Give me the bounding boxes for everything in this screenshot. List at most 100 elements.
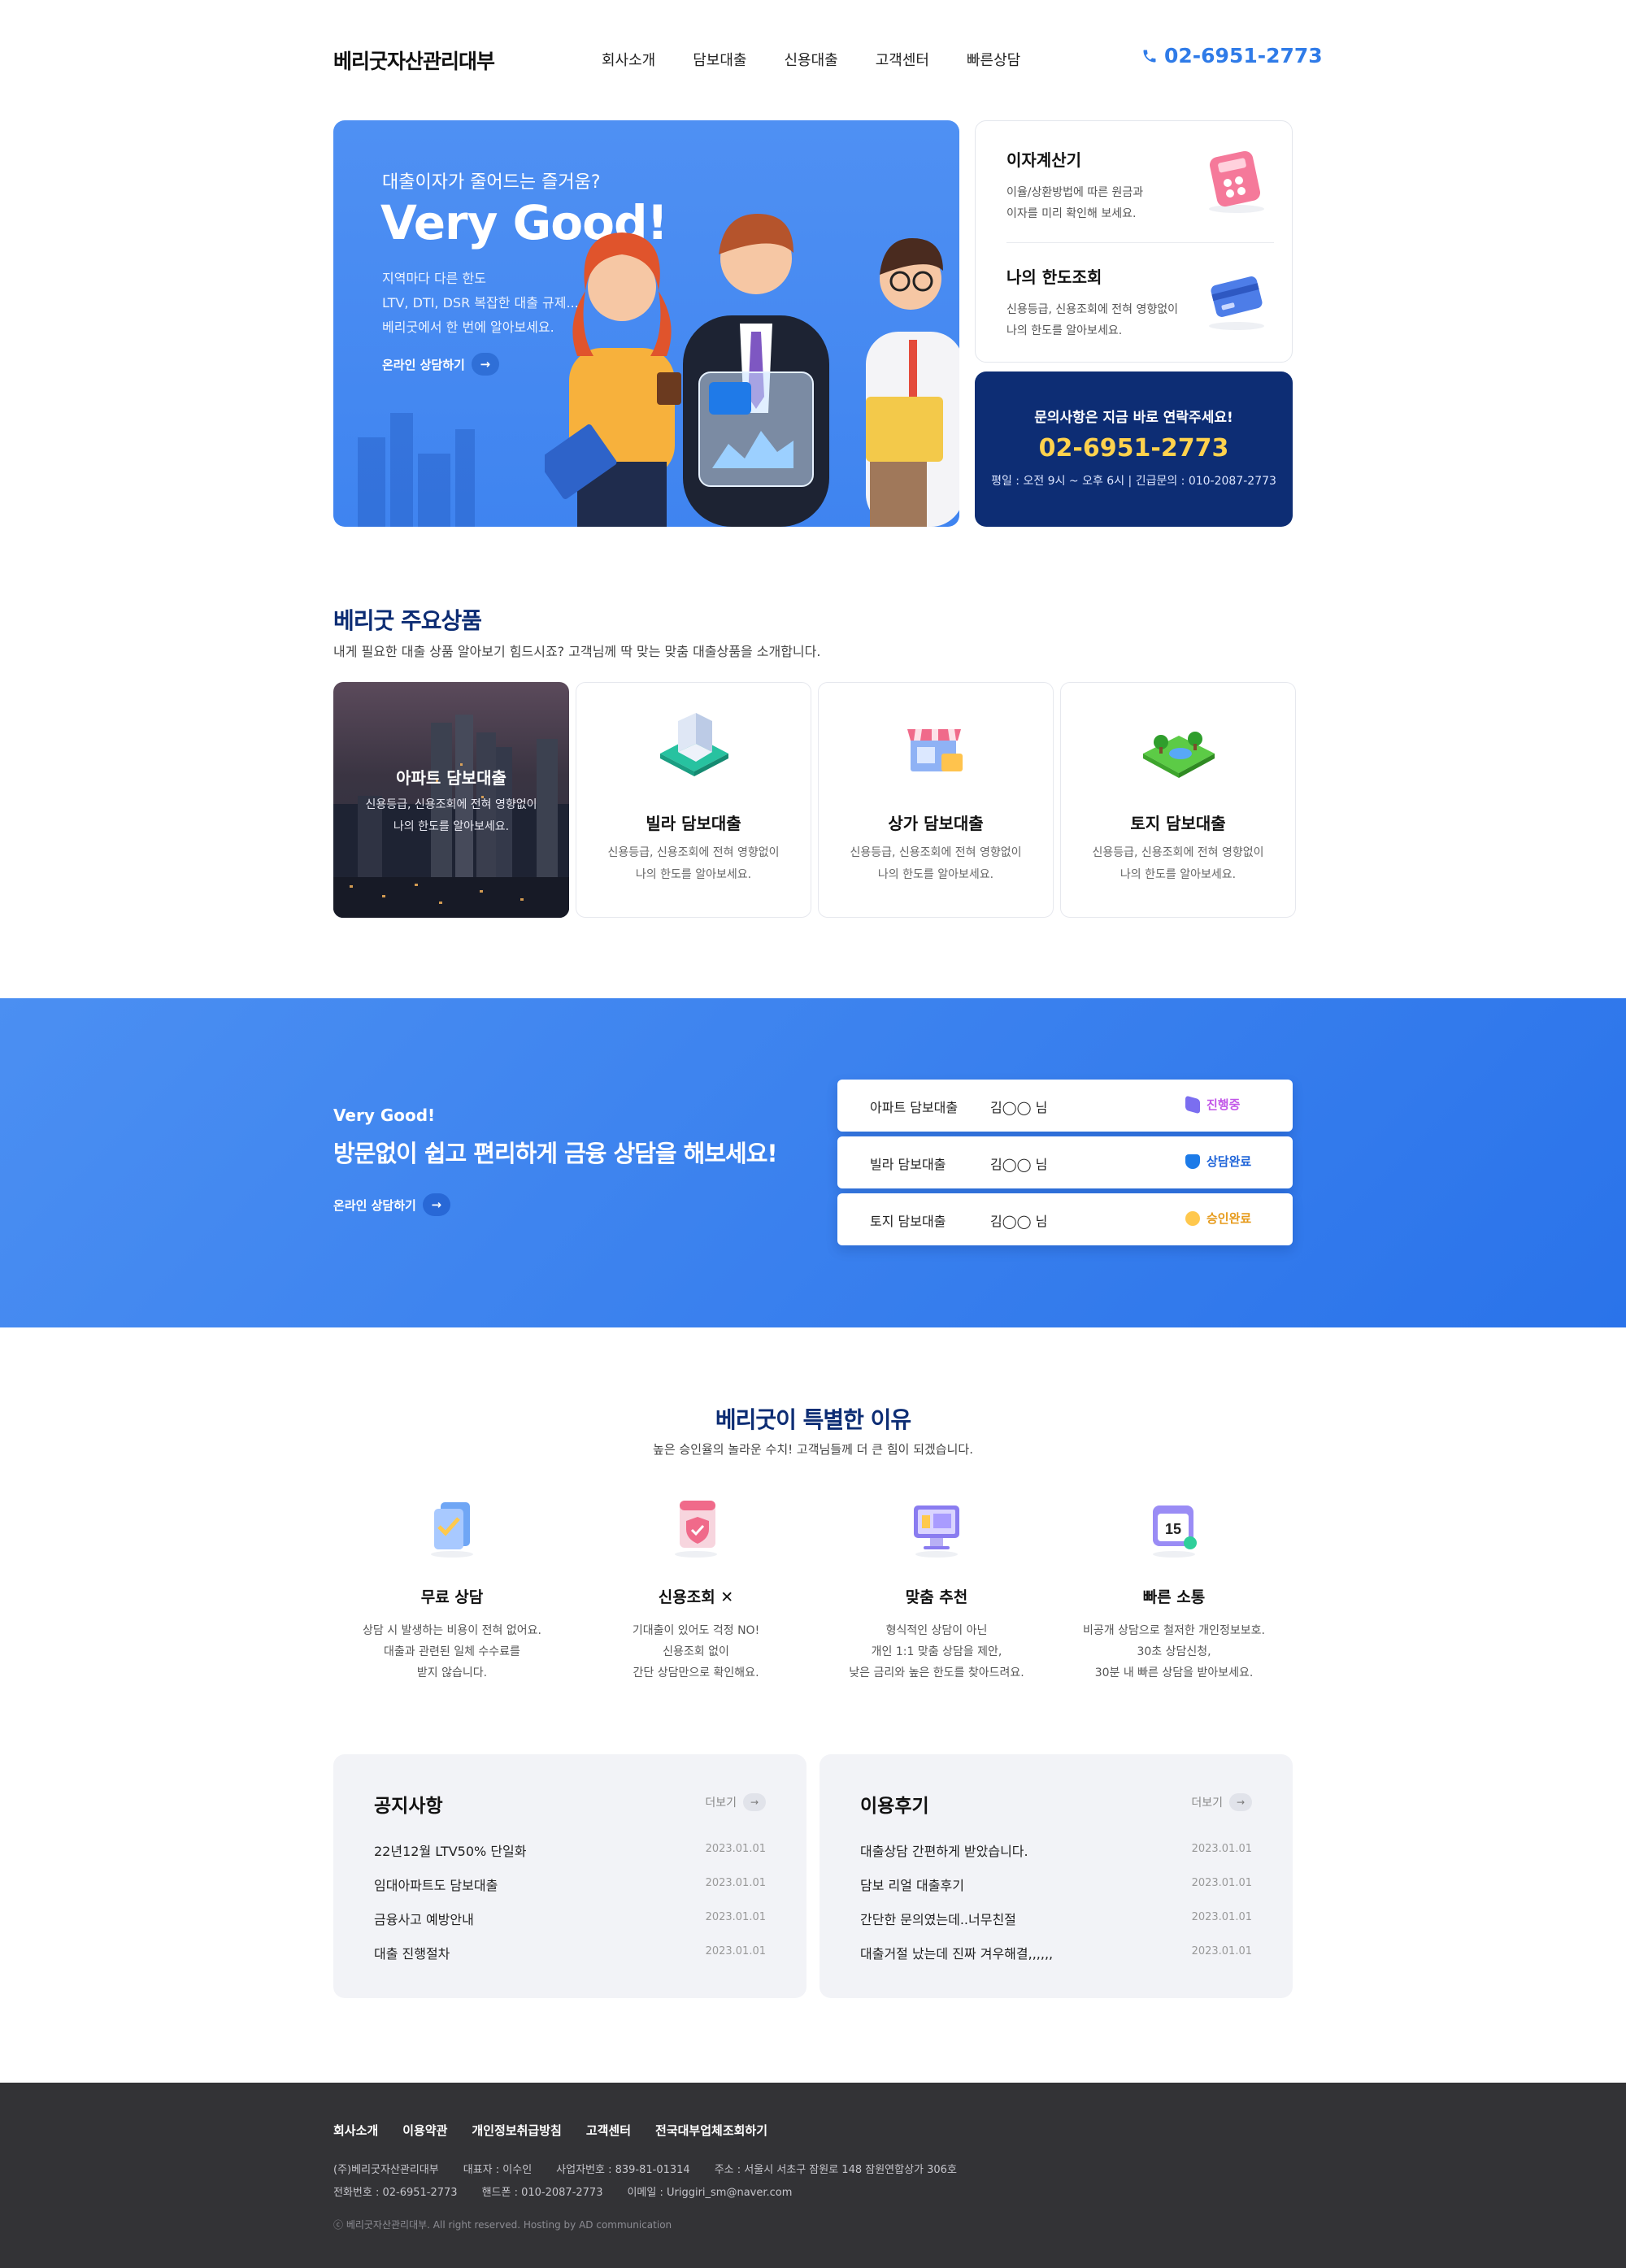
footer-company-name: (주)베리굿자산관리대부 (333, 2164, 439, 2176)
status-label: 진행중 (1206, 1097, 1241, 1112)
footer-link-lender-lookup[interactable]: 전국대부업체조회하기 (655, 2122, 767, 2139)
status-product: 아파트 담보대출 (870, 1100, 959, 1115)
footer-company-info: (주)베리굿자산관리대부 대표자 : 이수인 사업자번호 : 839-81-01… (333, 2161, 957, 2176)
status-badge: 상담완료 (1185, 1153, 1251, 1170)
list-item[interactable]: 대출상담 간편하게 받았습니다. 2023.01.01 (860, 1840, 1252, 1875)
nav-item-credit-loan[interactable]: 신용대출 (785, 49, 838, 70)
banner-consult-button[interactable]: 온라인 상담하기 → (333, 1193, 450, 1216)
notice-item-date: 2023.01.01 (705, 1911, 766, 1923)
calendar-icon: 15 (1153, 1505, 1197, 1558)
reason-fast-communication: 15 빠른 소통 비공개 상담으로 철저한 개인정보보호. 30초 상담신청, … (1052, 1496, 1296, 1684)
more-label: 더보기 (705, 1797, 737, 1810)
reason-title: 맞춤 추천 (905, 1588, 968, 1606)
footer-phone: 전화번호 : 02-6951-2773 (333, 2187, 458, 2199)
products-subtitle: 내게 필요한 대출 상품 알아보기 힘드시죠? 고객님께 딱 맞는 맞춤 대출상… (333, 644, 821, 659)
why-title: 베리굿이 특별한 이유 (715, 1406, 911, 1433)
site-logo[interactable]: 베리굿자산관리대부 (333, 46, 495, 75)
divider (1006, 242, 1274, 243)
nav-item-secured-loan[interactable]: 담보대출 (693, 49, 746, 70)
notice-more-button[interactable]: 더보기 → (705, 1793, 766, 1811)
list-item[interactable]: 금융사고 예방안내 2023.01.01 (374, 1909, 766, 1943)
notice-item-date: 2023.01.01 (705, 1945, 766, 1957)
contact-phone[interactable]: 02-6951-2773 (975, 434, 1293, 463)
review-item-title: 대출상담 간편하게 받았습니다. (860, 1844, 1028, 1859)
reason-free-consult: 무료 상담 상담 시 발생하는 비용이 전혀 없어요. 대출과 관련된 일체 수… (330, 1496, 574, 1684)
status-customer: 김◯◯ 님 (990, 1157, 1048, 1172)
hero-subtitle: 대출이자가 줄어드는 즐거움? (382, 172, 601, 193)
product-card-land[interactable]: 토지 담보대출 신용등급, 신용조회에 전혀 영향없이 나의 한도를 알아보세요… (1060, 682, 1296, 918)
product-card-villa[interactable]: 빌라 담보대출 신용등급, 신용조회에 전혀 영향없이 나의 한도를 알아보세요… (576, 682, 811, 918)
building-silhouette (455, 429, 475, 527)
villa-building-icon (660, 713, 728, 776)
product-card-store[interactable]: 상가 담보대출 신용등급, 신용조회에 전혀 영향없이 나의 한도를 알아보세요… (818, 682, 1054, 918)
product-name: 상가 담보대출 (888, 814, 984, 833)
nav-item-quick-consult[interactable]: 빠른상담 (967, 49, 1020, 70)
list-item[interactable]: 대출거절 났는데 진짜 겨우해결,,,,,, 2023.01.01 (860, 1943, 1252, 1977)
status-customer: 김◯◯ 님 (990, 1214, 1048, 1229)
why-subtitle: 높은 승인율의 놀라운 수치! 고객님들께 더 큰 힘이 되겠습니다. (653, 1442, 973, 1457)
notice-item-title: 22년12월 LTV50% 단일화 (374, 1844, 527, 1859)
building-silhouette (358, 437, 385, 527)
header-phone-number: 02-6951-2773 (1164, 44, 1323, 67)
footer-link-privacy[interactable]: 개인정보취급방침 (472, 2122, 561, 2139)
product-desc: 신용등급, 신용조회에 전혀 영향없이 나의 한도를 알아보세요. (1092, 846, 1264, 881)
coin-icon (1185, 1210, 1200, 1226)
banner-title: 방문없이 쉽고 편리하게 금융 상담을 해보세요! (333, 1140, 778, 1167)
review-board: 이용후기 더보기 → 대출상담 간편하게 받았습니다. 2023.01.01 담보… (820, 1754, 1293, 1998)
banner-consult-label: 온라인 상담하기 (333, 1197, 416, 1213)
contact-title: 문의사항은 지금 바로 연락주세요! (1034, 410, 1233, 426)
review-more-button[interactable]: 더보기 → (1191, 1793, 1252, 1811)
list-item[interactable]: 임대아파트도 담보대출 2023.01.01 (374, 1875, 766, 1909)
nav-item-support[interactable]: 고객센터 (876, 49, 929, 70)
list-item[interactable]: 담보 리얼 대출후기 2023.01.01 (860, 1875, 1252, 1909)
status-label: 승인완료 (1206, 1211, 1252, 1226)
notice-item-date: 2023.01.01 (705, 1843, 766, 1855)
contact-card: 문의사항은 지금 바로 연락주세요! 02-6951-2773 평일 : 오전 … (975, 371, 1293, 527)
status-label: 상담완료 (1206, 1154, 1252, 1169)
product-name: 토지 담보대출 (1130, 814, 1226, 833)
calendar-day: 15 (1165, 1521, 1181, 1537)
header-phone[interactable]: 02-6951-2773 (1141, 44, 1323, 67)
footer-link-terms[interactable]: 이용약관 (402, 2122, 447, 2139)
reason-desc: 기대출이 있어도 걱정 NO! 신용조회 없이 간단 상담만으로 확인해요. (632, 1624, 760, 1679)
list-item[interactable]: 간단한 문의였는데..너무친절 2023.01.01 (860, 1909, 1252, 1943)
status-badge: 진행중 (1185, 1095, 1241, 1114)
monitor-icon (914, 1505, 959, 1558)
footer-link-support[interactable]: 고객센터 (586, 2122, 631, 2139)
credit-card-icon (1209, 276, 1264, 330)
product-desc: 신용등급, 신용조회에 전혀 영향없이 나의 한도를 알아보세요. (850, 846, 1022, 881)
reason-desc: 형식적인 상담이 아닌 개인 1:1 맞춤 상담을 제안, 낮은 금리와 높은 … (849, 1624, 1024, 1679)
flag-icon (1185, 1095, 1200, 1114)
review-item-title: 간단한 문의였는데..너무친절 (860, 1912, 1016, 1927)
list-item[interactable]: 22년12월 LTV50% 단일화 2023.01.01 (374, 1840, 766, 1875)
review-item-title: 대출거절 났는데 진짜 겨우해결,,,,,, (860, 1946, 1054, 1962)
arrow-right-icon: → (1229, 1793, 1252, 1811)
list-item[interactable]: 대출 진행절차 2023.01.01 (374, 1943, 766, 1977)
footer-link-company[interactable]: 회사소개 (333, 2122, 378, 2139)
hero-consult-button[interactable]: 온라인 상담하기 → (382, 353, 499, 376)
reason-custom-recommend: 맞춤 추천 형식적인 상담이 아닌 개인 1:1 맞춤 상담을 제안, 낮은 금… (815, 1496, 1059, 1684)
notice-item-date: 2023.01.01 (705, 1877, 766, 1889)
review-item-date: 2023.01.01 (1191, 1911, 1252, 1923)
land-plot-icon (1143, 732, 1215, 778)
reason-title: 신용조회 ✕ (658, 1588, 734, 1606)
notice-item-title: 대출 진행절차 (374, 1946, 450, 1962)
footer-email: 이메일 : Uriggiri_sm@naver.com (627, 2187, 793, 2199)
product-name: 빌라 담보대출 (646, 814, 741, 833)
reason-title: 무료 상담 (420, 1588, 484, 1606)
business-people-illustration (545, 214, 959, 527)
product-card-apartment[interactable]: 아파트 담보대출 신용등급, 신용조회에 전혀 영향없이 나의 한도를 알아보세… (333, 682, 569, 918)
nav-item-company[interactable]: 회사소개 (602, 49, 655, 70)
review-title: 이용후기 (860, 1796, 929, 1817)
reason-no-credit-check: 신용조회 ✕ 기대출이 있어도 걱정 NO! 신용조회 없이 간단 상담만으로 … (574, 1496, 818, 1684)
hero-banner: 대출이자가 줄어드는 즐거움? Very Good! 지역마다 다른 한도 LT… (333, 120, 959, 527)
footer-contact-info: 전화번호 : 02-6951-2773 핸드폰 : 010-2087-2773 … (333, 2183, 792, 2199)
contact-hours: 평일 : 오전 9시 ~ 오후 6시 | 긴급문의 : 010-2087-277… (991, 475, 1276, 488)
notice-title: 공지사항 (374, 1796, 443, 1817)
reason-desc: 비공개 상담으로 철저한 개인정보보호. 30초 상담신청, 30분 내 빠른 … (1083, 1624, 1265, 1679)
store-icon (907, 729, 963, 771)
main-nav: 회사소개 담보대출 신용대출 고객센터 빠른상담 (602, 49, 1020, 70)
arrow-right-icon: → (422, 1193, 450, 1216)
banner-kicker: Very Good! (333, 1106, 436, 1125)
footer-nav: 회사소개 이용약관 개인정보취급방침 고객센터 전국대부업체조회하기 (333, 2122, 767, 2139)
